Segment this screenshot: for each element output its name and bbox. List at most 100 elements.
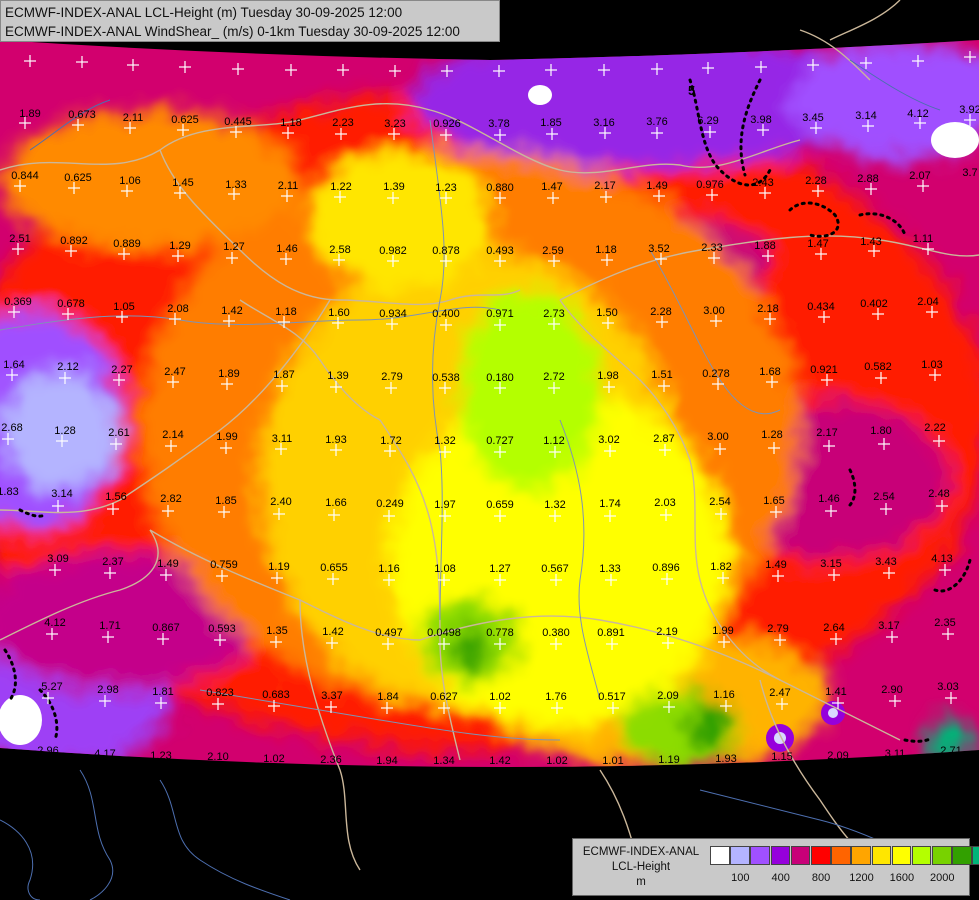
grid-point-value: 3.16 [593,117,614,129]
grid-point-value: 1.19 [268,561,289,573]
legend-tick-label: 2000 [930,872,955,884]
grid-point-value: 0.926 [433,118,461,130]
grid-point-value: 1.41 [825,686,846,698]
grid-point-value: 1.71 [99,620,120,632]
grid-point-value: 3.15 [820,558,841,570]
grid-point-value: 4.13 [931,553,952,565]
grid-point-value: 1.80 [870,425,891,437]
grid-point-value: 0.369 [4,296,32,308]
grid-point-value: 2.47 [769,687,790,699]
grid-point-value: 0.778 [486,627,514,639]
grid-point-value: 0.880 [486,182,514,194]
grid-point-value: 2.37 [102,556,123,568]
grid-point-value: 1.99 [712,625,733,637]
grid-point-value: 1.72 [380,435,401,447]
grid-point-value: 1.50 [596,307,617,319]
grid-point-value: 2.10 [207,751,228,763]
grid-point-value: 2.36 [320,754,341,766]
grid-point-value: 1.49 [765,559,786,571]
grid-point-value: 1.16 [713,689,734,701]
grid-point-value: 0.659 [486,499,514,511]
grid-point-value: 2.40 [270,496,291,508]
grid-point-value: 0.0498 [427,627,461,639]
legend-parameter: LCL-Height [611,861,671,873]
grid-point-value: 0.497 [375,627,403,639]
grid-point-value: 1.98 [597,370,618,382]
legend-swatch [891,846,912,865]
map-title-line-2: ECMWF-INDEX-ANAL WindShear_ (m/s) 0-1km … [5,24,460,39]
grid-point-value: 2.96 [37,745,58,757]
grid-point-value: 0.759 [210,559,238,571]
map-title-box: ECMWF-INDEX-ANAL LCL-Height (m) Tuesday … [0,0,500,42]
grid-point-value: 3.02 [598,434,619,446]
grid-point-value: 1.32 [544,499,565,511]
grid-point-value: 2.43 [752,177,773,189]
grid-point-value: 1.45 [172,177,193,189]
grid-point-value: 0.380 [542,627,570,639]
grid-point-value: 0.180 [486,372,514,384]
grid-point-value: 2.73 [543,308,564,320]
grid-point-value: 2.88 [857,173,878,185]
grid-point-value: 1.02 [263,753,284,765]
grid-point-value: 1.42 [221,305,242,317]
grid-point-value: 1.32 [434,435,455,447]
grid-point-value: 0.982 [379,245,407,257]
grid-point-value: 0.892 [60,235,88,247]
grid-point-value: 0.625 [171,114,199,126]
grid-point-value: 1.27 [489,563,510,575]
grid-point-value: 1.23 [435,182,456,194]
grid-point-value: 3.92 [959,104,979,116]
grid-point-value: 3.00 [707,431,728,443]
grid-point-value: 1.42 [322,626,343,638]
grid-point-value: 1.19 [658,754,679,766]
grid-point-value: 1.60 [328,307,349,319]
grid-point-value: 0.844 [11,170,39,182]
grid-point-value: 1.84 [377,691,398,703]
grid-point-value: 0.567 [541,563,569,575]
grid-point-value: 3.7 [962,167,977,179]
legend-tick-labels: 100 400 800 1200 1600 2000 [710,872,968,886]
grid-point-value: 1.64 [3,359,24,371]
legend-box: ECMWF-INDEX-ANAL LCL-Height m 100 400 800 1… [572,838,979,896]
grid-point-value: 3.76 [646,116,667,128]
grid-point-value: 1.03 [921,359,942,371]
grid-point-value: 1.89 [19,108,40,120]
grid-point-value: 0.582 [864,361,892,373]
grid-point-value: 3.52 [648,243,669,255]
grid-point-value: 1.22 [330,181,351,193]
grid-point-value: 1.39 [327,370,348,382]
grid-point-value: 0.878 [432,245,460,257]
legend-swatch [730,846,750,865]
grid-point-value: 2.90 [881,684,902,696]
legend-swatch [710,846,730,865]
grid-point-value: 1.08 [434,563,455,575]
grid-point-value: 1.74 [599,498,620,510]
legend-tick-label: 1600 [889,872,915,884]
grid-point-value: 6.29 [697,115,718,127]
grid-point-value: 2.19 [656,626,677,638]
legend-swatch [871,846,892,865]
grid-point-value: 1.49 [646,180,667,192]
grid-point-value: 1.02 [489,691,510,703]
grid-point-value: 1.42 [489,755,510,767]
grid-point-value: 1.99 [216,431,237,443]
grid-point-value: 1.43 [860,236,881,248]
legend-swatch [952,846,972,865]
grid-point-value: 1.85 [540,117,561,129]
grid-point-value: 3.14 [855,110,876,122]
grid-point-value: 3.03 [937,681,958,693]
grid-point-value: 0.891 [597,627,625,639]
grid-point-value: 2.98 [97,684,118,696]
grid-point-value: 2.27 [111,364,132,376]
grid-point-value: 2.71 [940,745,961,757]
grid-point-value: 1.76 [545,691,566,703]
grid-point-value: 3.45 [802,112,823,124]
grid-point-value: 2.17 [594,180,615,192]
grid-point-value: 2.59 [542,245,563,257]
grid-point-value: 2.54 [873,491,894,503]
grid-point-value: 1.68 [759,366,780,378]
legend-tick-label: 100 [731,872,750,884]
grid-point-value: 2.64 [823,622,844,634]
grid-point-value: 3.43 [875,556,896,568]
grid-point-value: 0.823 [206,687,234,699]
